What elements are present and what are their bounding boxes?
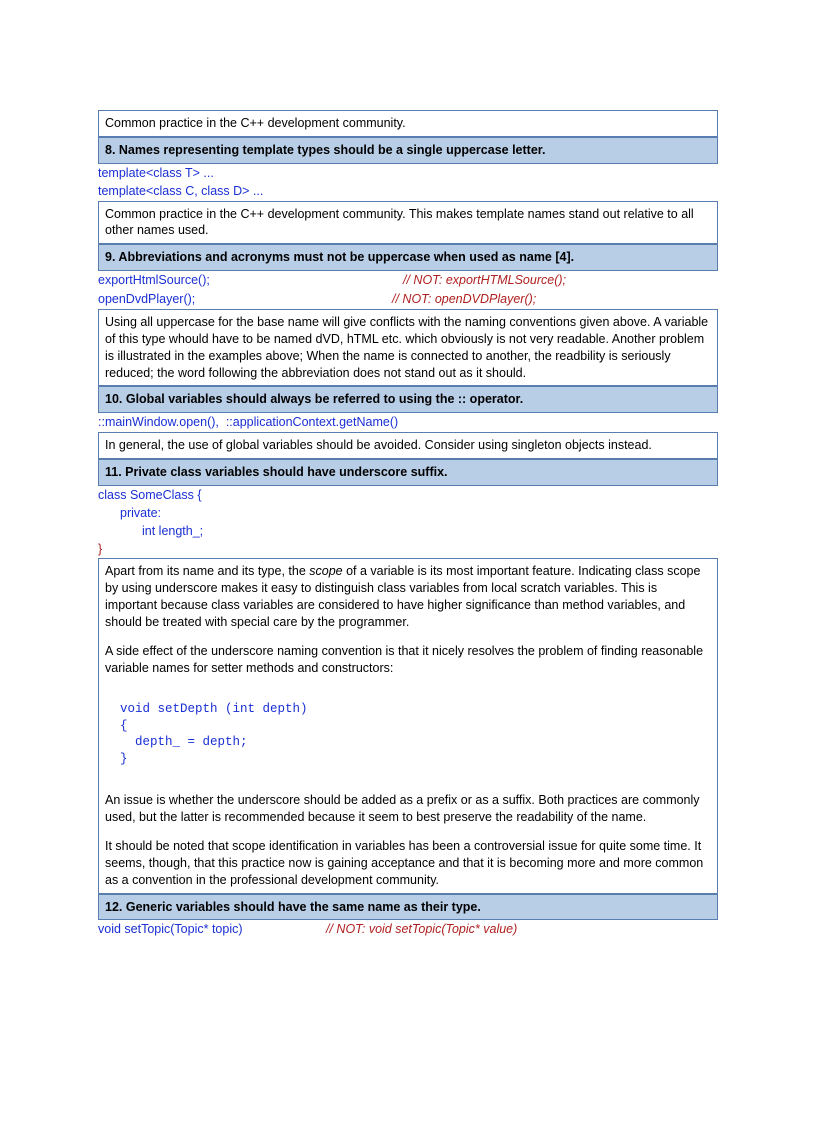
rule-8-body: Common practice in the C++ development c… bbox=[98, 201, 718, 245]
rule-11-inner-code-2: { bbox=[105, 718, 711, 735]
rule-11-inner-code-4: } bbox=[105, 751, 711, 768]
rule-11-code-line-2: private: bbox=[98, 505, 718, 522]
document-page: Common practice in the C++ development c… bbox=[0, 0, 816, 979]
rule-11-heading: 11. Private class variables should have … bbox=[98, 459, 718, 486]
rule-9-body: Using all uppercase for the base name wi… bbox=[98, 309, 718, 387]
rule-11-p1: Apart from its name and its type, the sc… bbox=[105, 563, 711, 631]
rule-8-code-line-1: template<class T> ... bbox=[98, 165, 718, 182]
rule-9-code-row-1: exportHtmlSource(); // NOT: exportHTMLSo… bbox=[98, 271, 718, 290]
rule-11-code-line-4: } bbox=[98, 541, 718, 558]
rule-11-inner-code-3: depth_ = depth; bbox=[105, 734, 711, 751]
rule-10-body: In general, the use of global variables … bbox=[98, 432, 718, 459]
rule-10-heading: 10. Global variables should always be re… bbox=[98, 386, 718, 413]
rule-11-code-line-3: int length_; bbox=[98, 523, 718, 540]
rule-7-body: Common practice in the C++ development c… bbox=[98, 110, 718, 137]
rule-12-heading: 12. Generic variables should have the sa… bbox=[98, 894, 718, 921]
rule-9-not-1: // NOT: exportHTMLSource(); bbox=[403, 272, 718, 289]
rule-11-p1-scope: scope bbox=[309, 564, 342, 578]
rule-8-heading: 8. Names representing template types sho… bbox=[98, 137, 718, 164]
rule-11-p3: An issue is whether the underscore shoul… bbox=[105, 792, 711, 826]
rule-11-p4: It should be noted that scope identifica… bbox=[105, 838, 711, 889]
rule-11-inner-code-1: void setDepth (int depth) bbox=[105, 701, 711, 718]
rule-9-not-2: // NOT: openDVDPlayer(); bbox=[392, 291, 718, 308]
rule-9-heading: 9. Abbreviations and acronyms must not b… bbox=[98, 244, 718, 271]
rule-9-code-row-2: openDvdPlayer(); // NOT: openDVDPlayer()… bbox=[98, 290, 718, 309]
rule-11-body: Apart from its name and its type, the sc… bbox=[98, 558, 718, 893]
rule-10-code: ::mainWindow.open(), ::applicationContex… bbox=[98, 414, 718, 431]
rule-9-code-2: openDvdPlayer(); bbox=[98, 291, 403, 308]
rule-12-code: void setTopic(Topic* topic) bbox=[98, 921, 326, 938]
rule-12-code-row: void setTopic(Topic* topic) // NOT: void… bbox=[98, 920, 718, 939]
rule-11-p1a: Apart from its name and its type, the bbox=[105, 564, 309, 578]
rule-11-code-line-1: class SomeClass { bbox=[98, 487, 718, 504]
rule-9-code-1: exportHtmlSource(); bbox=[98, 272, 403, 289]
rule-8-code-line-2: template<class C, class D> ... bbox=[98, 183, 718, 200]
rule-11-p2: A side effect of the underscore naming c… bbox=[105, 643, 711, 677]
rule-12-not: // NOT: void setTopic(Topic* value) bbox=[326, 921, 517, 938]
